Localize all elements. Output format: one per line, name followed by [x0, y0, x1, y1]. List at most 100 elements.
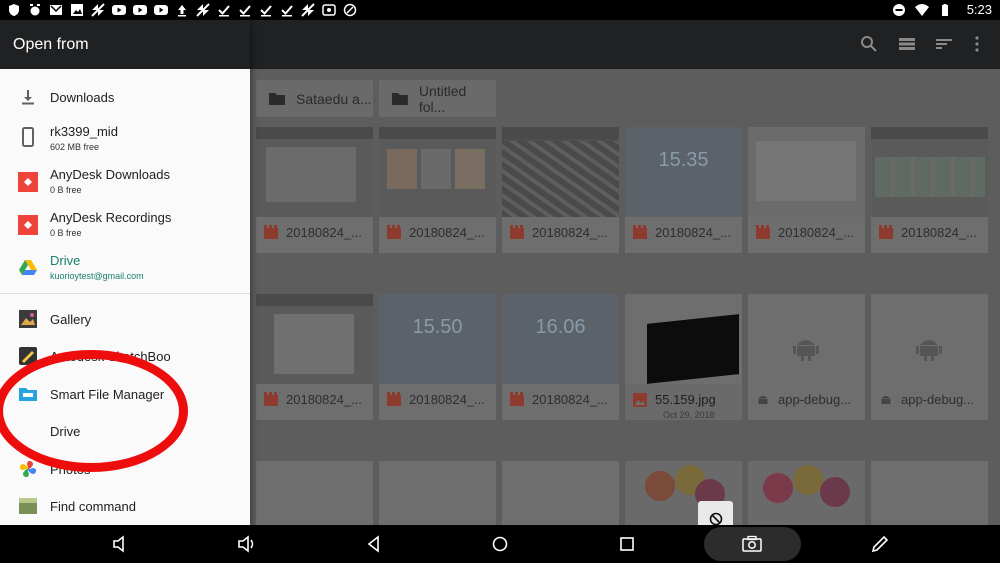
- file-name: 20180824_...: [409, 392, 485, 407]
- file-item[interactable]: app-debug...: [871, 294, 988, 420]
- download-icon: [18, 87, 38, 107]
- youtube-icon: [111, 2, 126, 17]
- video-icon: [879, 225, 893, 239]
- pinwheel-icon: [300, 2, 315, 17]
- search-icon[interactable]: [860, 35, 878, 53]
- file-picker: Sataedu a... Untitled fol... 20180824_..…: [0, 20, 1000, 536]
- navigation-bar: [0, 525, 1000, 563]
- pinwheel-icon: [195, 2, 210, 17]
- root-drive-account[interactable]: Drive kuorioytest@gmail.com: [0, 248, 250, 290]
- gallery-icon: [18, 309, 38, 329]
- upload-icon: [174, 2, 189, 17]
- video-icon: [510, 392, 524, 406]
- file-item[interactable]: [502, 461, 619, 525]
- video-icon: [633, 225, 647, 239]
- back-icon[interactable]: [364, 534, 384, 554]
- file-item[interactable]: 15.50 20180824_...: [379, 294, 496, 420]
- android-icon: [881, 395, 891, 404]
- file-grid: Sataedu a... Untitled fol... 20180824_..…: [250, 69, 1000, 525]
- home-icon[interactable]: [490, 534, 510, 554]
- check-icon: [237, 2, 252, 17]
- file-thumbnail: 16.06: [502, 294, 619, 384]
- file-item[interactable]: 20180824_...: [748, 127, 865, 253]
- recents-icon[interactable]: [617, 534, 637, 554]
- file-item[interactable]: [748, 461, 865, 525]
- pen-icon[interactable]: [870, 534, 890, 554]
- file-item[interactable]: [871, 461, 988, 525]
- root-downloads[interactable]: Downloads: [0, 79, 250, 117]
- youtube-icon: [153, 2, 168, 17]
- file-item[interactable]: app-debug...: [748, 294, 865, 420]
- more-options-icon[interactable]: [968, 35, 986, 53]
- gmail-icon: [48, 2, 63, 17]
- youtube-icon: [132, 2, 147, 17]
- folder-name: Untitled fol...: [418, 82, 467, 115]
- phone-icon: [18, 127, 38, 147]
- system-status: 5:23: [892, 2, 992, 17]
- drawer-title: Open from: [0, 20, 250, 69]
- video-icon: [264, 392, 278, 406]
- file-thumbnail: [871, 294, 988, 384]
- file-name: 20180824_...: [409, 225, 485, 240]
- drawer-divider: [0, 293, 250, 294]
- file-name: 20180824_...: [286, 392, 362, 407]
- file-item[interactable]: 20180824_...: [379, 127, 496, 253]
- volume-up-icon[interactable]: [237, 534, 257, 554]
- file-thumbnail: [379, 127, 496, 217]
- folder-icon: [391, 92, 408, 105]
- file-thumbnail: [625, 294, 742, 384]
- alarm-icon: [27, 2, 42, 17]
- app-find-command[interactable]: Find command: [0, 487, 250, 525]
- file-name: 55.159.jpg: [655, 392, 716, 407]
- main-toolbar: [250, 20, 1000, 69]
- check-icon: [258, 2, 273, 17]
- root-anydesk-recordings[interactable]: AnyDesk Recordings 0 B free: [0, 205, 250, 245]
- folder-item[interactable]: Untitled fol...: [379, 80, 496, 117]
- app-gallery[interactable]: Gallery: [0, 300, 250, 338]
- sort-icon[interactable]: [935, 35, 953, 53]
- google-photos-icon: [18, 459, 38, 479]
- file-thumbnail: [748, 127, 865, 217]
- folder-name: Sataedu a...: [296, 90, 372, 107]
- file-item[interactable]: [256, 461, 373, 525]
- file-name: 20180824_...: [532, 392, 608, 407]
- check-icon: [216, 2, 231, 17]
- file-name: app-debug...: [778, 392, 852, 407]
- list-view-icon[interactable]: [898, 35, 916, 53]
- file-item[interactable]: 15.35 20180824_...: [625, 127, 742, 253]
- block-icon: [709, 512, 722, 525]
- google-drive-icon: [18, 258, 38, 278]
- anydesk-icon: [18, 215, 38, 235]
- video-icon: [387, 392, 401, 406]
- file-thumbnail: [871, 127, 988, 217]
- image-icon: [69, 2, 84, 17]
- file-date: Oct 29, 2018: [663, 410, 715, 420]
- screenshot-button[interactable]: [704, 527, 801, 561]
- file-name: 20180824_...: [901, 225, 977, 240]
- folder-item[interactable]: Sataedu a...: [256, 80, 373, 117]
- file-item[interactable]: 20180824_...: [871, 127, 988, 253]
- file-item[interactable]: 20180824_...: [502, 127, 619, 253]
- file-thumbnail: 15.50: [379, 294, 496, 384]
- notification-icons: [6, 2, 357, 17]
- file-item[interactable]: 16.06 20180824_...: [502, 294, 619, 420]
- root-anydesk-downloads[interactable]: AnyDesk Downloads 0 B free: [0, 162, 250, 202]
- volume-down-icon[interactable]: [110, 534, 130, 554]
- pinwheel-icon: [90, 2, 105, 17]
- file-thumbnail: [502, 127, 619, 217]
- file-thumbnail: [748, 294, 865, 384]
- do-not-disturb-icon: [892, 2, 907, 17]
- annotation-circle: [0, 350, 188, 472]
- root-rk3399-mid[interactable]: rk3399_mid 602 MB free: [0, 119, 250, 159]
- check-icon: [279, 2, 294, 17]
- file-thumbnail: [256, 294, 373, 384]
- file-item[interactable]: 20180824_...: [256, 294, 373, 420]
- anydesk-icon: [18, 172, 38, 192]
- status-bar: 5:23: [0, 0, 1000, 20]
- file-item[interactable]: 55.159.jpg Oct 29, 2018: [625, 294, 742, 420]
- video-icon: [387, 225, 401, 239]
- file-item[interactable]: [379, 461, 496, 525]
- find-command-icon: [18, 496, 38, 516]
- file-item[interactable]: 20180824_...: [256, 127, 373, 253]
- video-icon: [264, 225, 278, 239]
